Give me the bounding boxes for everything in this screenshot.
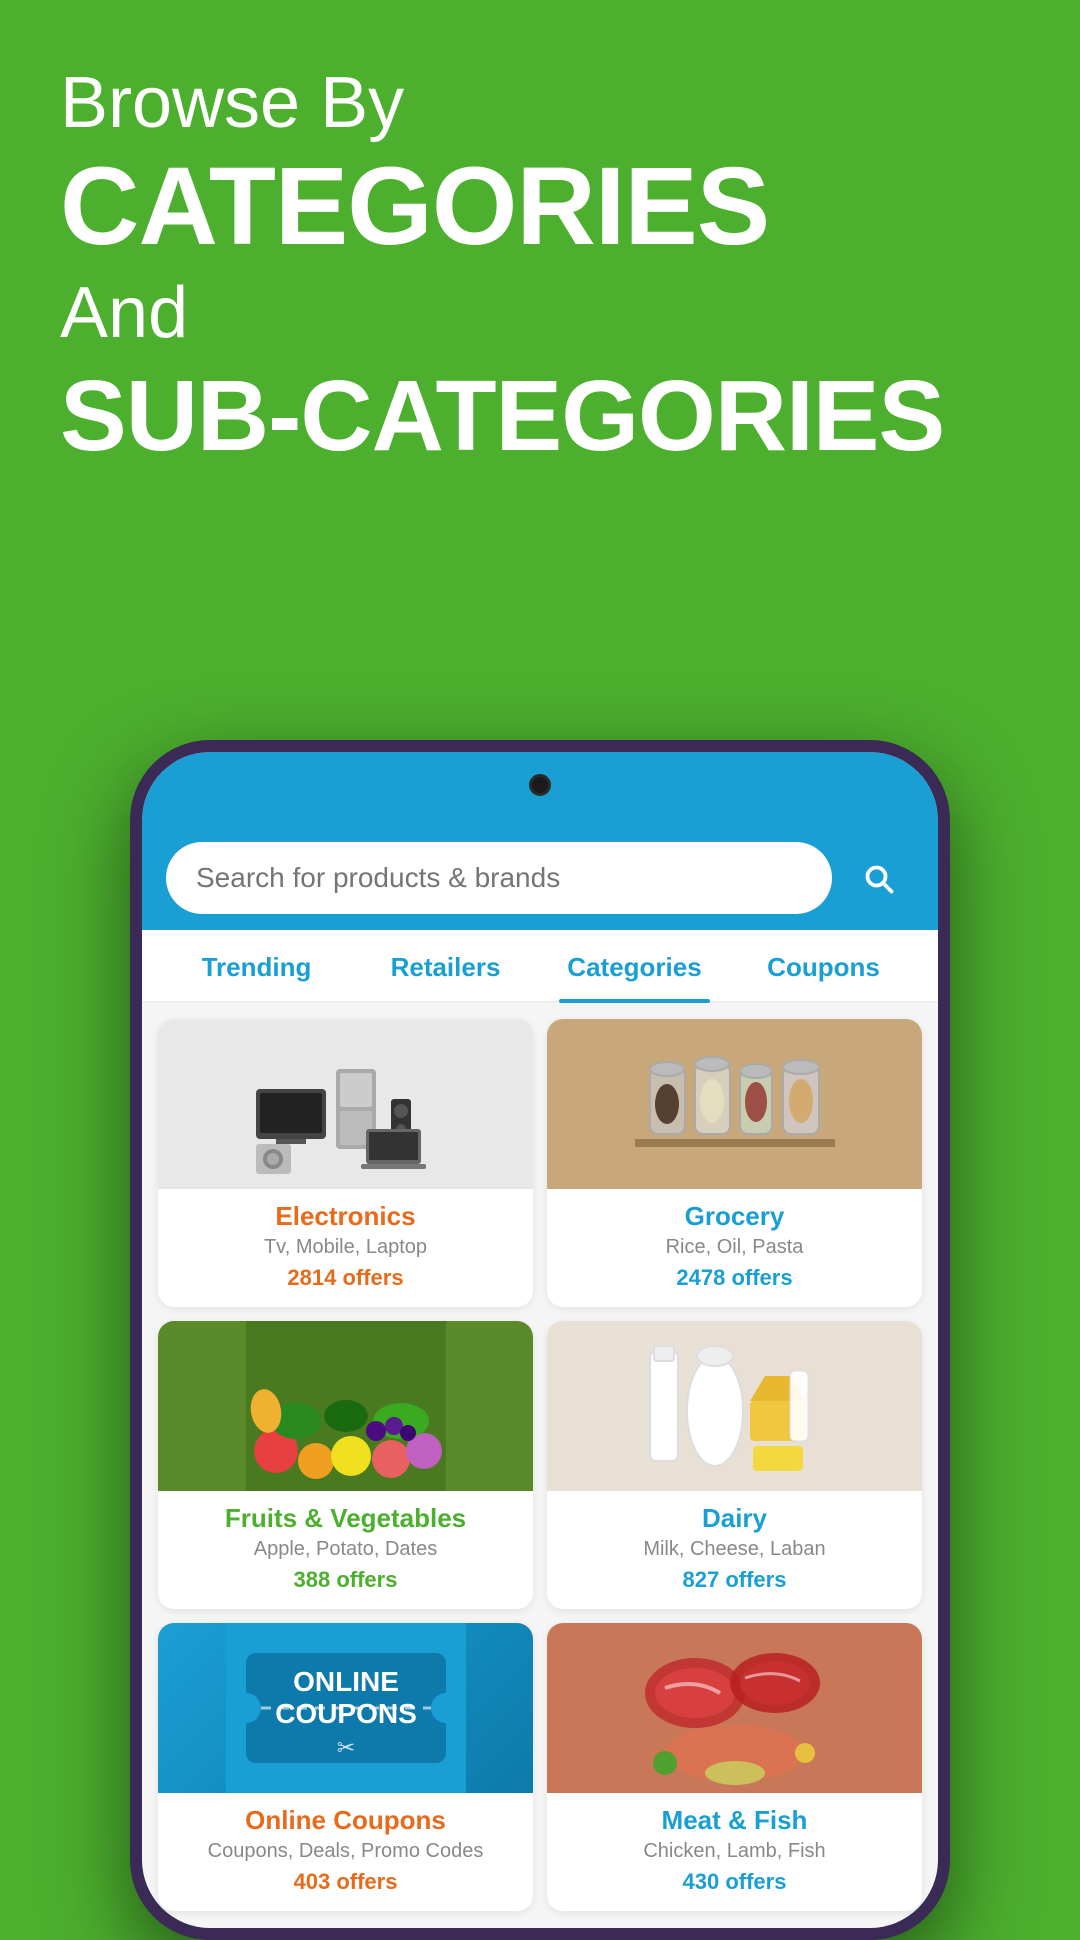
electronics-svg [246, 1029, 446, 1179]
category-sub-grocery: Rice, Oil, Pasta [561, 1236, 908, 1259]
category-image-grocery [547, 1019, 922, 1189]
category-image-meat [547, 1623, 922, 1793]
category-info-meat: Meat & Fish Chicken, Lamb, Fish 430 offe… [547, 1793, 922, 1911]
category-name-dairy: Dairy [561, 1503, 908, 1534]
category-offers-meat: 430 offers [561, 1869, 908, 1895]
and-label: And [60, 267, 1020, 361]
category-name-grocery: Grocery [561, 1201, 908, 1232]
categories-grid: Electronics Tv, Mobile, Laptop 2814 offe… [158, 1019, 922, 1911]
camera-dot [529, 774, 551, 796]
sub-categories-title: SUB-CATEGORIES [60, 361, 1020, 471]
category-sub-electronics: Tv, Mobile, Laptop [172, 1236, 519, 1259]
dairy-svg [635, 1321, 835, 1491]
grocery-svg [635, 1029, 835, 1179]
category-card-grocery[interactable]: Grocery Rice, Oil, Pasta 2478 offers [547, 1019, 922, 1307]
search-icon [860, 860, 896, 896]
fruits-svg [246, 1321, 446, 1491]
category-offers-electronics: 2814 offers [172, 1265, 519, 1291]
search-button[interactable] [842, 842, 914, 914]
category-sub-coupons: Coupons, Deals, Promo Codes [172, 1840, 519, 1863]
category-info-fruits: Fruits & Vegetables Apple, Potato, Dates… [158, 1491, 533, 1609]
category-card-fruits[interactable]: Fruits & Vegetables Apple, Potato, Dates… [158, 1321, 533, 1609]
category-card-dairy[interactable]: Dairy Milk, Cheese, Laban 827 offers [547, 1321, 922, 1609]
phone-screen: Trending Retailers Categories Coupons [142, 752, 938, 1928]
category-sub-dairy: Milk, Cheese, Laban [561, 1538, 908, 1561]
coupons-svg: ONLINE COUPONS ✂ [226, 1623, 466, 1793]
category-info-dairy: Dairy Milk, Cheese, Laban 827 offers [547, 1491, 922, 1609]
category-offers-grocery: 2478 offers [561, 1265, 908, 1291]
category-card-coupons[interactable]: ONLINE COUPONS ✂ Online Coupons Coupons,… [158, 1623, 533, 1911]
categories-title: CATEGORIES [60, 146, 1020, 267]
category-image-coupons: ONLINE COUPONS ✂ [158, 1623, 533, 1793]
category-image-fruits [158, 1321, 533, 1491]
svg-text:COUPONS: COUPONS [275, 1698, 417, 1729]
category-info-coupons: Online Coupons Coupons, Deals, Promo Cod… [158, 1793, 533, 1911]
category-offers-fruits: 388 offers [172, 1567, 519, 1593]
search-input[interactable] [166, 842, 832, 914]
category-name-fruits: Fruits & Vegetables [172, 1503, 519, 1534]
browse-by-label: Browse By [60, 60, 1020, 146]
category-offers-dairy: 827 offers [561, 1567, 908, 1593]
meat-svg [635, 1623, 835, 1793]
tabs-container: Trending Retailers Categories Coupons [142, 930, 938, 1003]
svg-text:ONLINE: ONLINE [293, 1666, 399, 1697]
svg-text:✂: ✂ [336, 1735, 354, 1760]
category-card-meat[interactable]: Meat & Fish Chicken, Lamb, Fish 430 offe… [547, 1623, 922, 1911]
category-image-dairy [547, 1321, 922, 1491]
tab-categories[interactable]: Categories [540, 930, 729, 1001]
app-content: Trending Retailers Categories Coupons [142, 822, 938, 1928]
category-name-coupons: Online Coupons [172, 1805, 519, 1836]
hero-section: Browse By CATEGORIES And SUB-CATEGORIES [60, 60, 1020, 471]
categories-scroll: Electronics Tv, Mobile, Laptop 2814 offe… [142, 1003, 938, 1928]
category-name-electronics: Electronics [172, 1201, 519, 1232]
category-offers-coupons: 403 offers [172, 1869, 519, 1895]
category-card-electronics[interactable]: Electronics Tv, Mobile, Laptop 2814 offe… [158, 1019, 533, 1307]
search-bar-container [142, 822, 938, 930]
category-name-meat: Meat & Fish [561, 1805, 908, 1836]
category-info-electronics: Electronics Tv, Mobile, Laptop 2814 offe… [158, 1189, 533, 1307]
tab-coupons[interactable]: Coupons [729, 930, 918, 1001]
tab-trending[interactable]: Trending [162, 930, 351, 1001]
phone-header [142, 752, 938, 822]
category-sub-fruits: Apple, Potato, Dates [172, 1538, 519, 1561]
tab-retailers[interactable]: Retailers [351, 930, 540, 1001]
category-info-grocery: Grocery Rice, Oil, Pasta 2478 offers [547, 1189, 922, 1307]
category-sub-meat: Chicken, Lamb, Fish [561, 1840, 908, 1863]
phone-mockup: Trending Retailers Categories Coupons [130, 740, 950, 1940]
category-image-electronics [158, 1019, 533, 1189]
